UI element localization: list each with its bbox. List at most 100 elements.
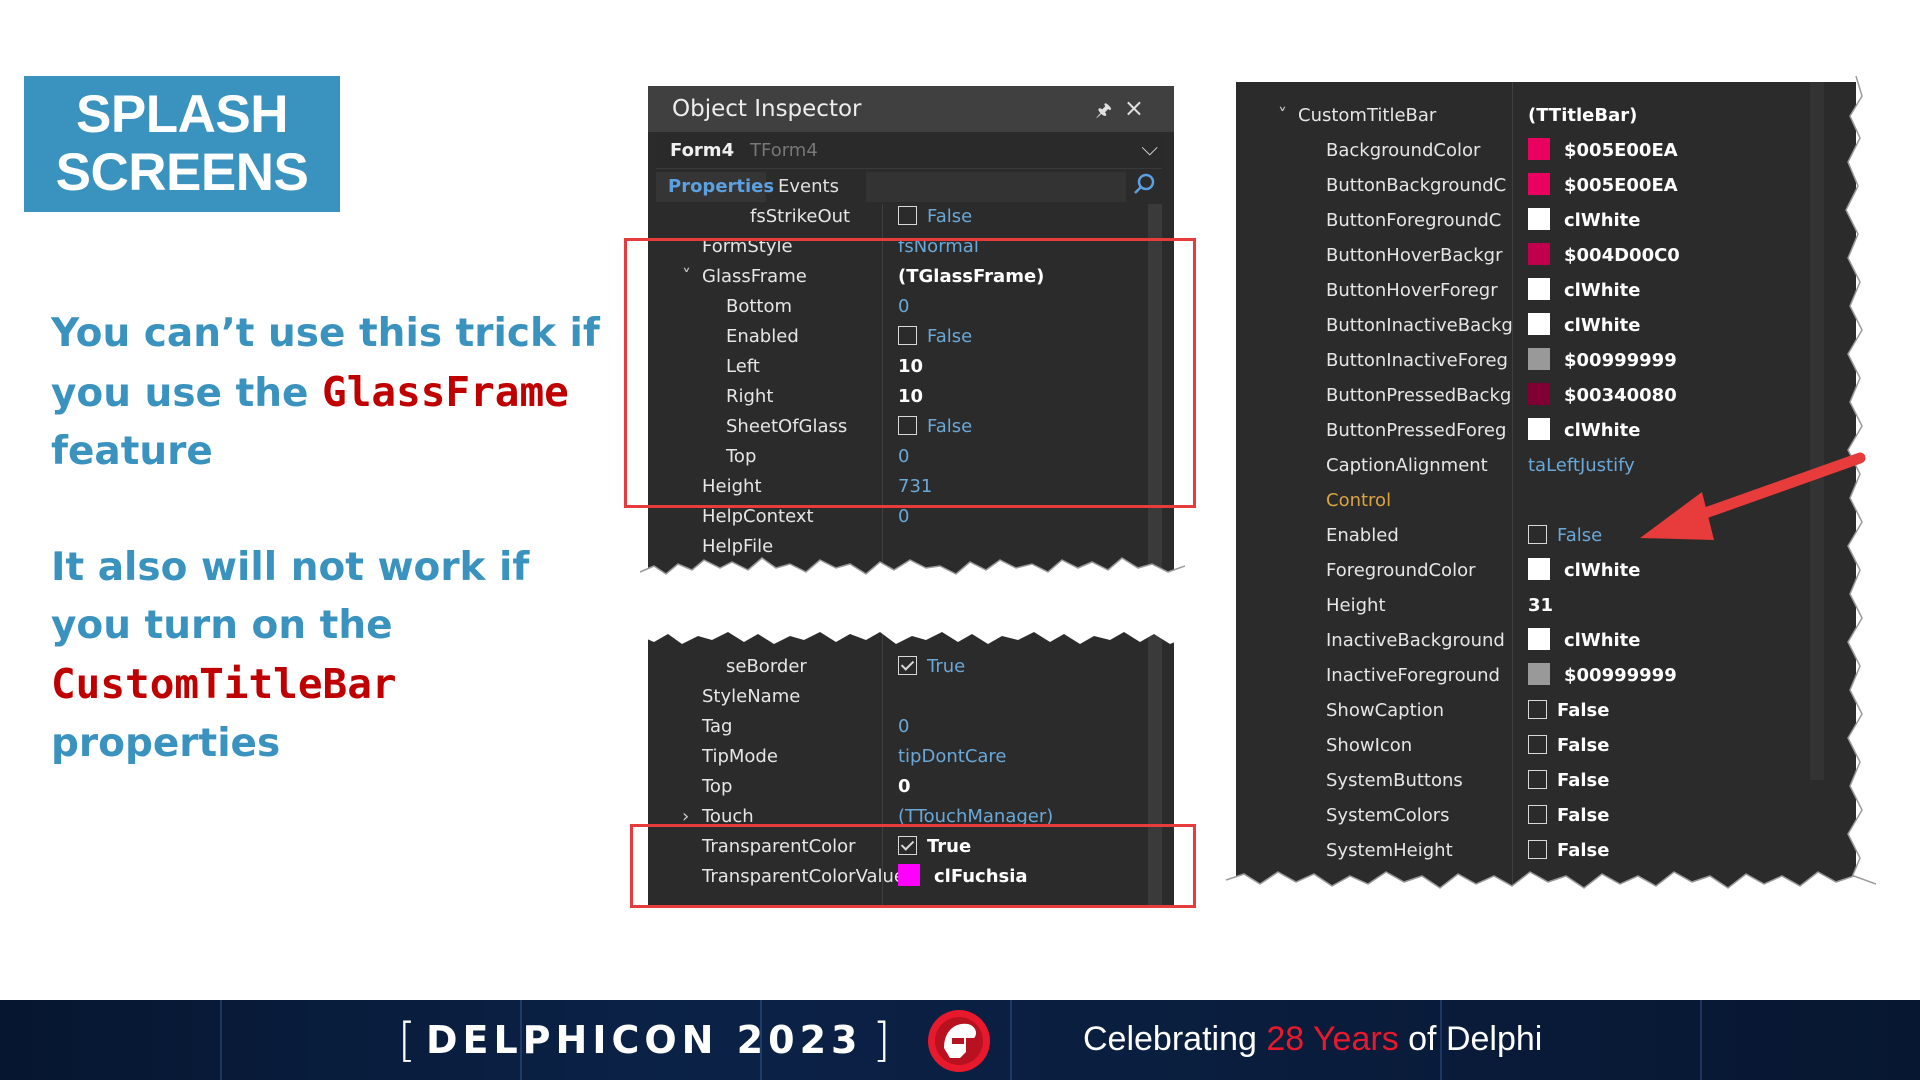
property-value-text: $00340080 <box>1564 385 1677 406</box>
property-value[interactable]: False <box>1528 769 1609 791</box>
property-row[interactable]: SystemHeight False <box>1236 836 1856 866</box>
property-value-text: 0 <box>898 776 911 797</box>
tab-properties[interactable]: Properties <box>656 172 774 202</box>
property-name: SystemHeight <box>1326 840 1453 861</box>
property-value[interactable]: $005E00EA <box>1528 138 1678 162</box>
tab-events[interactable]: Events <box>778 176 839 197</box>
property-name: ButtonPressedForeg <box>1326 420 1507 441</box>
property-value-text: $005E00EA <box>1564 140 1678 161</box>
checkbox[interactable] <box>1528 524 1547 544</box>
property-row[interactable]: ButtonBackgroundC $005E00EA <box>1236 171 1856 201</box>
property-row[interactable]: InactiveForeground $00999999 <box>1236 661 1856 691</box>
property-value-text: False <box>1557 735 1610 756</box>
property-value[interactable]: clWhite <box>1528 558 1641 582</box>
component-selector[interactable]: Form4 TForm4 ⌵ <box>656 134 1162 169</box>
property-value-text: clWhite <box>1564 315 1641 336</box>
property-value[interactable]: clWhite <box>1528 628 1641 652</box>
paragraph-customtitlebar: It also will not work if you turn on the… <box>51 539 611 773</box>
property-row[interactable]: Top 0 <box>648 772 1174 802</box>
checkbox[interactable] <box>1528 699 1547 719</box>
property-row[interactable]: BackgroundColor $005E00EA <box>1236 136 1856 166</box>
checkbox[interactable] <box>898 205 917 225</box>
color-swatch <box>1528 348 1550 370</box>
property-row[interactable]: ShowIcon False <box>1236 731 1856 761</box>
property-name: CaptionAlignment <box>1326 455 1488 476</box>
property-value[interactable]: $004D00C0 <box>1528 243 1680 267</box>
property-row[interactable]: ButtonHoverBackgr $004D00C0 <box>1236 241 1856 271</box>
property-row[interactable]: Tag 0 <box>648 712 1174 742</box>
para2-text: It also will not work if you turn on the <box>51 545 530 648</box>
object-inspector-title: Object Inspector <box>672 96 862 122</box>
property-row[interactable]: ButtonInactiveBackg clWhite <box>1236 311 1856 341</box>
property-row[interactable]: Height 31 <box>1236 591 1856 621</box>
close-icon[interactable]: × <box>1124 94 1144 122</box>
property-value[interactable]: False <box>1528 524 1602 546</box>
chevron-down-icon[interactable]: ⌵ <box>1141 136 1158 161</box>
search-icon[interactable] <box>1132 172 1156 196</box>
property-value-text: clWhite <box>1564 630 1641 651</box>
property-row[interactable]: TipMode tipDontCare <box>648 742 1174 772</box>
property-row[interactable]: SystemButtons False <box>1236 766 1856 796</box>
property-row[interactable]: ForegroundColor clWhite <box>1236 556 1856 586</box>
color-swatch <box>1528 208 1550 230</box>
color-swatch <box>1528 173 1550 195</box>
chevron-down-icon[interactable]: ˅ <box>1278 105 1287 126</box>
property-value[interactable]: False <box>1528 804 1609 826</box>
property-value[interactable]: tipDontCare <box>898 746 1007 767</box>
property-value[interactable]: False <box>1528 699 1609 721</box>
property-value[interactable]: 0 <box>898 776 911 797</box>
property-value[interactable]: $00999999 <box>1528 663 1677 687</box>
slide-body-text: You can’t use this trick if you use the … <box>51 305 611 773</box>
checkbox[interactable] <box>1528 769 1547 789</box>
property-name: SystemButtons <box>1326 770 1463 791</box>
property-row[interactable]: fsStrikeOut False <box>648 202 1174 232</box>
property-value-text: taLeftJustify <box>1528 455 1635 476</box>
object-inspector-titlebar: Object Inspector 🖈 × <box>648 86 1174 132</box>
property-row[interactable]: ButtonForegroundC clWhite <box>1236 206 1856 236</box>
property-value[interactable]: (TTitleBar) <box>1528 105 1637 126</box>
property-value[interactable]: False <box>1528 839 1609 861</box>
property-value-text: 31 <box>1528 595 1554 616</box>
checkbox[interactable] <box>1528 839 1547 859</box>
property-value[interactable]: 0 <box>898 506 909 527</box>
color-swatch <box>1528 558 1550 580</box>
property-value[interactable]: False <box>898 205 972 227</box>
tagline-before: Celebrating <box>1083 1020 1267 1058</box>
property-row[interactable]: ButtonPressedBackg $00340080 <box>1236 381 1856 411</box>
property-value[interactable]: $005E00EA <box>1528 173 1678 197</box>
property-value-text: 0 <box>898 506 910 527</box>
property-value[interactable]: False <box>1528 734 1610 756</box>
property-value[interactable]: $00999999 <box>1528 348 1677 372</box>
transparentcolor-highlight-box <box>630 824 1196 908</box>
property-name: ButtonHoverBackgr <box>1326 245 1503 266</box>
property-value[interactable]: $00340080 <box>1528 383 1677 407</box>
property-row[interactable]: ButtonInactiveForeg $00999999 <box>1236 346 1856 376</box>
property-row[interactable]: SystemColors False <box>1236 801 1856 831</box>
property-value-text: clWhite <box>1564 280 1641 301</box>
checkbox[interactable] <box>1528 804 1547 824</box>
property-value[interactable]: clWhite <box>1528 208 1641 232</box>
pin-icon[interactable]: 🖈 <box>1095 98 1112 128</box>
checkbox[interactable] <box>1528 734 1547 754</box>
arrow-icon <box>1640 452 1866 540</box>
property-value[interactable]: taLeftJustify <box>1528 455 1635 476</box>
property-value[interactable]: 31 <box>1528 595 1553 616</box>
property-value[interactable]: clWhite <box>1528 418 1641 442</box>
customtitlebar-code: CustomTitleBar <box>51 660 397 708</box>
form-class: TForm4 <box>750 140 818 161</box>
property-value[interactable]: clWhite <box>1528 313 1641 337</box>
property-value-text: clWhite <box>1564 560 1641 581</box>
property-name: BackgroundColor <box>1326 140 1481 161</box>
property-row[interactable]: ˅ CustomTitleBar (TTitleBar) <box>1236 101 1856 131</box>
property-value[interactable]: clWhite <box>1528 278 1641 302</box>
property-value[interactable]: 0 <box>898 716 909 737</box>
property-row[interactable]: ButtonHoverForegr clWhite <box>1236 276 1856 306</box>
property-value-text: tipDontCare <box>898 746 1007 767</box>
property-name: HelpContext <box>702 506 814 527</box>
property-row[interactable]: ShowCaption False <box>1236 696 1856 726</box>
property-row[interactable]: InactiveBackground clWhite <box>1236 626 1856 656</box>
property-name: Control <box>1326 490 1392 511</box>
property-row[interactable]: StyleName <box>648 682 1174 712</box>
property-name: ButtonBackgroundC <box>1326 175 1507 196</box>
property-name: ButtonInactiveBackg <box>1326 315 1513 336</box>
